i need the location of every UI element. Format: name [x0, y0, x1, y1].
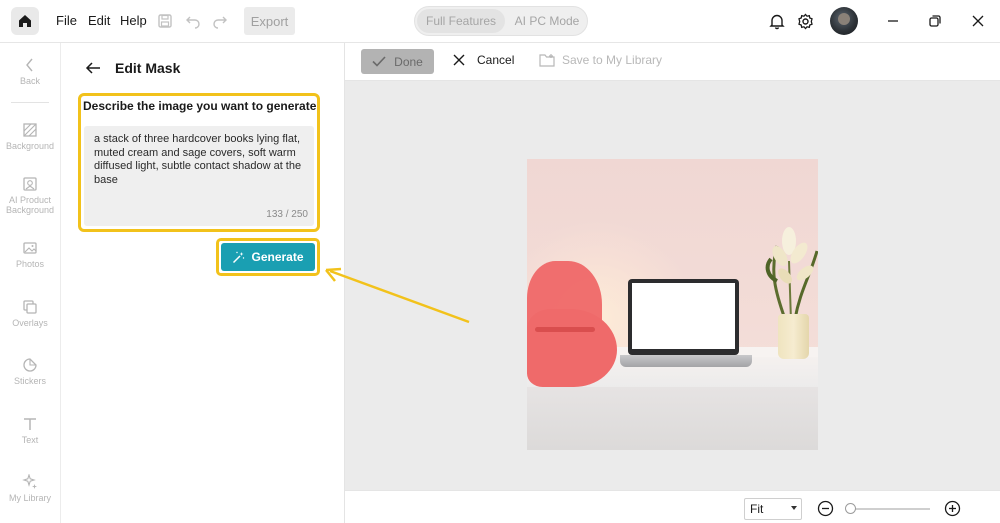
zoom-fit-select[interactable]: Fit — [744, 498, 802, 520]
rail-label: Background — [5, 141, 55, 151]
avatar[interactable] — [830, 7, 858, 35]
zoom-slider-thumb[interactable] — [845, 503, 856, 514]
save-label: Save to My Library — [562, 53, 663, 67]
edit-mask-panel: Edit Mask Describe the image you want to… — [61, 43, 345, 523]
gear-icon[interactable] — [796, 12, 814, 30]
prompt-text: a stack of three hardcover books lying f… — [94, 133, 302, 186]
save-to-library-button[interactable]: Save to My Library — [539, 53, 662, 67]
cancel-label: Cancel — [477, 53, 515, 67]
menu-help[interactable]: Help — [120, 13, 147, 28]
menu-file[interactable]: File — [56, 13, 77, 28]
rail-my-library[interactable]: My Library — [0, 474, 60, 503]
rail-photos[interactable]: Photos — [0, 240, 60, 269]
rail-label: Back — [19, 76, 40, 86]
chevron-down-icon — [791, 506, 797, 510]
home-icon — [19, 15, 31, 27]
vase — [778, 314, 809, 359]
rail-stickers[interactable]: Stickers — [0, 357, 60, 386]
rail-back[interactable]: Back — [0, 57, 60, 86]
rail-label: AI Product Background — [5, 195, 55, 215]
check-icon — [372, 56, 386, 67]
selection-mask-lower — [527, 309, 617, 387]
generate-button[interactable]: Generate — [221, 243, 315, 271]
rail-overlays[interactable]: Overlays — [0, 299, 60, 328]
prompt-section: Describe the image you want to generate … — [78, 93, 320, 232]
close-icon[interactable] — [969, 12, 987, 30]
rail-divider — [11, 102, 49, 103]
done-button[interactable]: Done — [361, 49, 434, 74]
fit-value: Fit — [750, 502, 764, 516]
rail-ai-product-background[interactable]: AI Product Background — [0, 176, 60, 215]
redo-icon[interactable] — [211, 12, 229, 30]
sticker-icon — [23, 358, 37, 372]
zoom-in-icon[interactable] — [944, 500, 961, 517]
library-icon — [22, 474, 37, 489]
canvas-toolbar: Done Cancel Save to My Library — [345, 43, 1000, 81]
menu-edit[interactable]: Edit — [88, 13, 110, 28]
save-icon[interactable] — [156, 12, 174, 30]
mode-toggle: Full Features AI PC Mode — [414, 6, 588, 36]
laptop-base — [620, 355, 752, 367]
laptop — [628, 279, 739, 355]
bell-icon[interactable] — [768, 12, 786, 30]
folder-add-icon — [539, 54, 555, 67]
rail-text[interactable]: Text — [0, 416, 60, 445]
rail-label: Overlays — [12, 318, 48, 328]
rail-label: Stickers — [13, 376, 46, 386]
minimize-icon[interactable] — [884, 12, 902, 30]
text-icon — [24, 418, 36, 430]
left-rail: Back Background AI Product Background Ph… — [0, 43, 61, 523]
chevron-left-icon — [26, 58, 33, 72]
panel-header: Edit Mask — [85, 60, 180, 76]
generate-label: Generate — [251, 250, 304, 264]
generate-highlight: Generate — [216, 238, 320, 276]
export-button[interactable]: Export — [244, 7, 295, 35]
close-icon — [453, 54, 465, 66]
rail-label: Photos — [15, 259, 45, 269]
magic-wand-icon — [233, 251, 245, 263]
mode-ai-pc[interactable]: AI PC Mode — [507, 9, 587, 33]
background-icon — [23, 123, 37, 137]
ai-product-icon — [23, 177, 37, 191]
panel-title: Edit Mask — [115, 60, 181, 76]
rail-background[interactable]: Background — [0, 122, 60, 151]
mode-full-features[interactable]: Full Features — [417, 9, 505, 33]
arrow-left-icon[interactable] — [85, 61, 101, 75]
laptop-display — [632, 283, 735, 349]
prompt-textarea[interactable]: a stack of three hardcover books lying f… — [84, 126, 314, 226]
photo-icon — [23, 242, 37, 254]
top-bar: File Edit Help Export Full Features AI P… — [0, 0, 1000, 43]
home-button[interactable] — [11, 7, 39, 35]
mask-band — [535, 327, 595, 332]
undo-icon[interactable] — [184, 12, 202, 30]
zoom-bar: Fit — [345, 490, 1000, 523]
rail-label: Text — [21, 435, 39, 445]
char-counter: 133 / 250 — [266, 209, 308, 220]
lily-plant — [765, 227, 818, 321]
canvas-image[interactable] — [527, 159, 818, 450]
table-front — [527, 387, 818, 450]
cancel-button[interactable]: Cancel — [453, 53, 514, 67]
annotation-arrow — [325, 267, 470, 324]
restore-icon[interactable] — [926, 12, 944, 30]
zoom-slider-track[interactable] — [850, 508, 930, 510]
done-label: Done — [394, 54, 423, 69]
overlays-icon — [23, 300, 37, 314]
prompt-label: Describe the image you want to generate — [83, 99, 317, 113]
rail-label: My Library — [8, 493, 51, 503]
zoom-out-icon[interactable] — [817, 500, 834, 517]
